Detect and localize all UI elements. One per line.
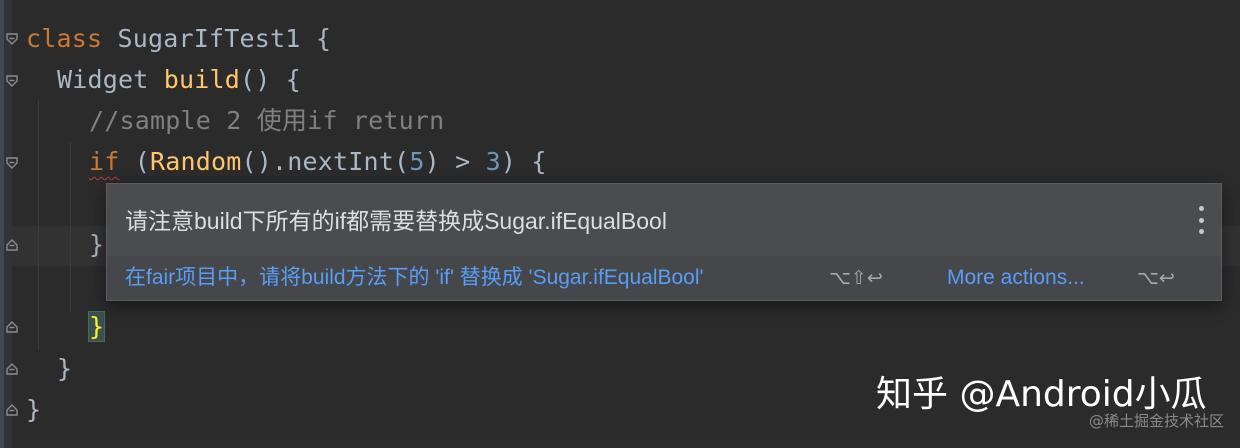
paren: ( [119, 147, 151, 176]
brace: } [89, 230, 105, 259]
quick-fix-shortcut: ⌥⇧↩ [829, 267, 883, 289]
if-keyword-warning[interactable]: if [89, 147, 120, 176]
comparison: ) > [424, 147, 486, 176]
call-chain: ().nextInt( [241, 147, 410, 176]
code-line-comment[interactable]: //sample 2 使用if return [89, 101, 444, 141]
fold-end-icon[interactable] [5, 320, 19, 334]
type-name: Widget [57, 65, 149, 94]
popup-header: 请注意build下所有的if都需要替换成Sugar.ifEqualBool [107, 184, 1221, 256]
more-actions-link[interactable]: More actions... [947, 264, 1085, 292]
matched-brace: } [87, 311, 106, 342]
brace: { [315, 24, 332, 53]
more-actions-shortcut: ⌥↩ [1137, 267, 1175, 289]
quick-fix-action[interactable]: 在fair项目中，请将build方法下的 'if' 替换成 'Sugar.ifE… [125, 264, 704, 292]
gutter [0, 0, 12, 448]
comment: //sample 2 使用if return [89, 106, 445, 135]
more-options-icon[interactable] [1197, 206, 1205, 234]
class-name: SugarIfTest1 [117, 24, 301, 53]
code-line-close-highlight[interactable]: } [87, 307, 106, 347]
method-name: build [163, 65, 241, 94]
inspection-popup[interactable]: 请注意build下所有的if都需要替换成Sugar.ifEqualBool 在f… [106, 183, 1222, 301]
code-line-class[interactable]: class SugarIfTest1 { [26, 19, 331, 59]
keyword: class [26, 24, 103, 53]
code-line-if[interactable]: if (Random().nextInt(5) > 3) { [89, 142, 547, 182]
paren-brace: ) { [500, 147, 547, 176]
popup-actions: 在fair项目中，请将build方法下的 'if' 替换成 'Sugar.ifE… [107, 256, 1221, 300]
fold-end-icon[interactable] [5, 362, 19, 376]
watermark-juejin: @稀土掘金技术社区 [1088, 412, 1224, 430]
method-params: () { [240, 65, 302, 94]
fold-end-icon[interactable] [5, 238, 19, 252]
number-literal: 3 [485, 147, 501, 176]
indent-guide [70, 142, 71, 312]
brace: } [26, 395, 42, 424]
code-line-build[interactable]: Widget build() { [57, 60, 301, 100]
code-line-close-class[interactable]: } [26, 390, 41, 430]
code-line-close-method[interactable]: } [57, 349, 72, 389]
fold-collapse-icon[interactable] [5, 156, 19, 170]
number-literal: 5 [409, 147, 425, 176]
inspection-message: 请注意build下所有的if都需要替换成Sugar.ifEqualBool [125, 208, 667, 234]
random-call: Random [150, 147, 242, 176]
fold-collapse-icon[interactable] [5, 32, 19, 46]
fold-end-icon[interactable] [5, 403, 19, 417]
code-line-close-inner[interactable]: } [89, 225, 104, 265]
indent-guide [38, 100, 39, 350]
fold-collapse-icon[interactable] [5, 74, 19, 88]
brace: } [57, 354, 73, 383]
